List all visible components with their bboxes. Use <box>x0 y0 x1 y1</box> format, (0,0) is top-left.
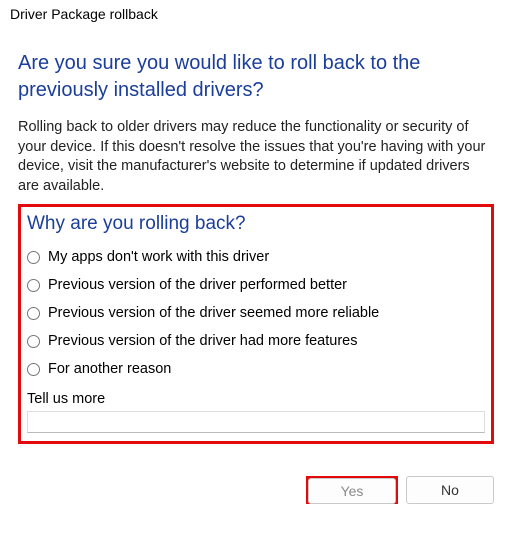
no-button[interactable]: No <box>406 476 494 504</box>
reason-label: My apps don't work with this driver <box>48 249 269 265</box>
dialog-content: Are you sure you would like to roll back… <box>0 50 512 444</box>
reason-label: Previous version of the driver seemed mo… <box>48 305 379 321</box>
reason-radio[interactable] <box>27 307 40 320</box>
dialog-button-row: Yes No <box>0 462 512 518</box>
tell-us-more-input[interactable] <box>27 411 485 433</box>
reason-radio[interactable] <box>27 251 40 264</box>
reason-option[interactable]: Previous version of the driver seemed mo… <box>27 305 485 321</box>
tell-us-more-label: Tell us more <box>27 391 485 407</box>
reason-heading: Why are you rolling back? <box>27 213 485 235</box>
reason-label: For another reason <box>48 361 171 377</box>
yes-button[interactable]: Yes <box>308 478 396 504</box>
reason-radio[interactable] <box>27 363 40 376</box>
dialog-window: Driver Package rollback Are you sure you… <box>0 0 512 547</box>
reason-label: Previous version of the driver had more … <box>48 333 357 349</box>
window-title: Driver Package rollback <box>0 0 512 28</box>
reason-option[interactable]: Previous version of the driver had more … <box>27 333 485 349</box>
reason-option[interactable]: Previous version of the driver performed… <box>27 277 485 293</box>
reason-radio[interactable] <box>27 335 40 348</box>
yes-button-highlight: Yes <box>306 476 398 504</box>
reason-radio-group: My apps don't work with this driver Prev… <box>27 249 485 377</box>
reason-option[interactable]: For another reason <box>27 361 485 377</box>
reason-label: Previous version of the driver performed… <box>48 277 347 293</box>
main-heading: Are you sure you would like to roll back… <box>18 50 494 104</box>
reason-option[interactable]: My apps don't work with this driver <box>27 249 485 265</box>
reason-radio[interactable] <box>27 279 40 292</box>
warning-text: Rolling back to older drivers may reduce… <box>18 118 494 196</box>
reason-section-highlight: Why are you rolling back? My apps don't … <box>18 204 494 444</box>
